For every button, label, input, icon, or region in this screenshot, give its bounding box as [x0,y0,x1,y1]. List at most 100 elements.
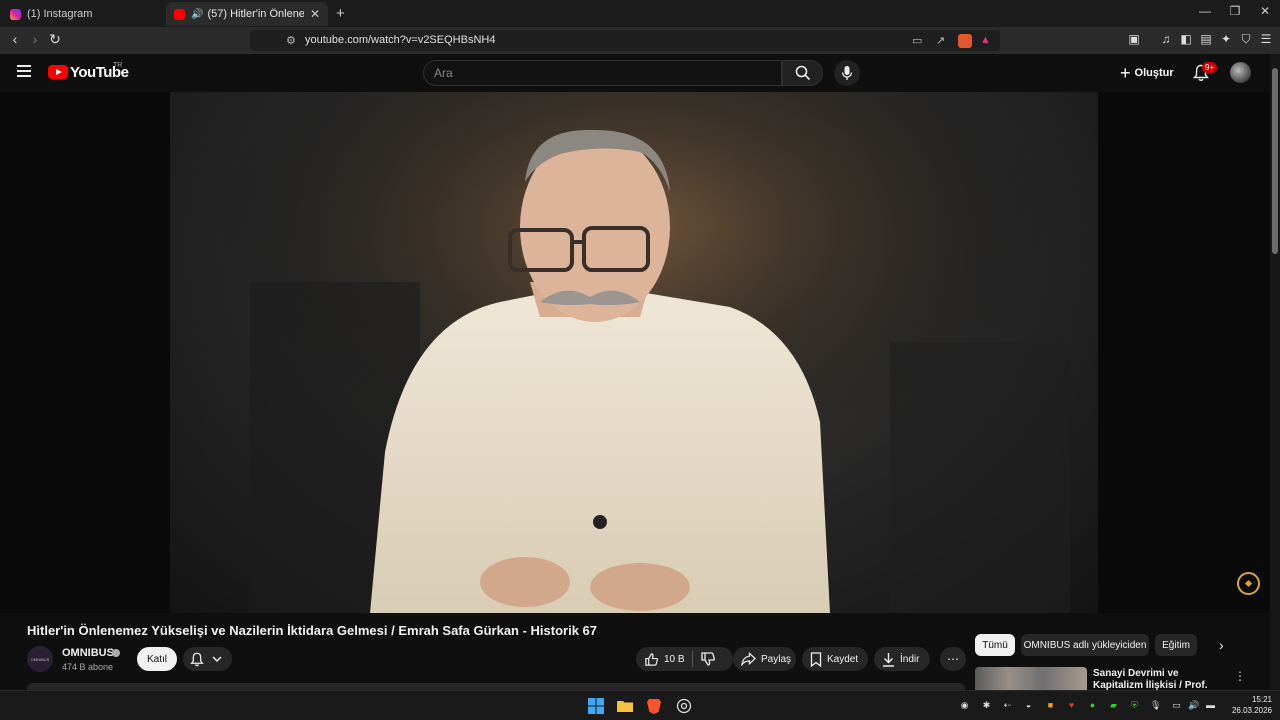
instagram-icon [10,8,21,20]
thumbs-down-icon[interactable] [700,651,716,667]
video-title: Hitler'in Önlenemez Yükselişi ve Naziler… [27,623,598,638]
maximize-button[interactable]: ❐ [1220,4,1250,18]
account-avatar[interactable] [1230,62,1251,83]
tray-app-icon[interactable]: ● [1087,700,1098,711]
microphone-icon [841,66,853,80]
share-label: Paylaş [761,653,792,665]
share-page-icon[interactable]: ↗ [936,34,945,47]
volume-icon[interactable]: 🔊 [1188,700,1199,711]
plus-icon: + [1120,62,1131,83]
tab-title: (1) Instagram [27,8,93,20]
recommendation-title[interactable]: Sanayi Devrimi ve Kapitalizm İlişkisi / … [1093,668,1218,690]
chip-all[interactable]: Tümü [975,634,1015,656]
more-vert-icon[interactable]: ⋮ [1234,669,1246,683]
chatgpt-icon[interactable] [675,697,693,715]
site-info-icon[interactable]: ⚙ [286,34,296,47]
wallet-icon[interactable]: ▤ [1198,32,1214,48]
youtube-header: YouTube TR + Oluştur 9+ [0,54,1270,92]
download-icon [883,652,894,667]
brave-browser-icon[interactable] [645,697,663,715]
search-box[interactable] [423,60,782,86]
windows-taskbar: ◉ ✱ ⇠ ◒ ■ ♥ ● ▰ ⛨ 🎙 ▭ 🔊 ▬ 15:21 26.03.20… [0,690,1280,720]
media-icon[interactable]: ♫ [1158,32,1174,48]
like-count: 10 B [664,653,685,665]
thumbs-up-icon [645,652,658,666]
windows-start-icon[interactable] [587,697,605,715]
like-divider [692,651,693,667]
more-actions-button[interactable]: ⋯ [940,647,966,671]
subscription-notifications-button[interactable] [183,647,232,671]
clock-time: 15:21 [1251,695,1272,704]
channel-watermark-icon[interactable] [1237,572,1260,595]
leo-ai-icon[interactable]: ✦ [1218,32,1234,48]
video-player[interactable] [0,92,1270,613]
minimize-button[interactable]: — [1190,4,1220,18]
address-bar[interactable]: ⚙ youtube.com/watch?v=v2SEQHBsNH4 ▭ ↗ ▲ [250,30,1000,51]
url-text[interactable]: youtube.com/watch?v=v2SEQHBsNH4 [305,34,495,46]
share-button[interactable]: Paylaş [733,647,796,671]
tray-app-icon[interactable]: ◉ [959,700,970,711]
network-icon[interactable]: ▭ [1171,700,1182,711]
back-icon[interactable]: ‹ [5,31,25,47]
tray-app-icon[interactable]: ◒ [1023,700,1034,711]
reload-icon[interactable]: ↻ [45,31,65,48]
search-input[interactable] [434,66,764,80]
country-code: TR [113,62,123,69]
microphone-tray-icon[interactable]: 🎙 [1150,700,1161,711]
page-scrollbar-thumb[interactable] [1272,68,1278,254]
recommendation-thumbnail[interactable] [975,667,1087,690]
search-icon [795,65,811,81]
download-button[interactable]: İndir [874,647,930,671]
notification-badge: 9+ [1202,62,1218,73]
close-window-button[interactable]: ✕ [1250,4,1280,18]
description-box[interactable] [27,683,965,690]
tray-app-icon[interactable]: ♥ [1066,700,1077,711]
brave-shields-icon[interactable] [958,34,972,48]
share-icon [741,652,756,666]
chip-education[interactable]: Eğitim [1155,634,1197,656]
tray-app-icon[interactable]: ■ [1045,700,1056,711]
reader-icon[interactable]: ◧ [1178,32,1194,48]
channel-avatar[interactable]: OMNIBUS [27,646,53,672]
tab-title: (57) Hitler'in Önlenemez Yüks [207,8,304,20]
cast-icon[interactable]: ▭ [912,34,922,47]
youtube-logo-icon[interactable] [48,65,68,79]
create-button[interactable]: + Oluştur [1116,60,1176,86]
tab-youtube[interactable]: 🔊 (57) Hitler'in Önlenemez Yüks ✕ [166,2,328,26]
new-tab-button[interactable]: + [336,5,345,22]
join-button[interactable]: Katıl [137,647,177,671]
tray-app-icon[interactable]: ⛨ [1129,700,1140,711]
file-explorer-icon[interactable] [616,697,634,715]
download-label: İndir [900,653,920,665]
subscriber-count: 474 B abone [62,662,114,672]
voice-search-button[interactable] [834,60,860,86]
chevron-right-icon[interactable]: › [1219,637,1224,653]
tray-app-icon[interactable]: ▰ [1108,700,1119,711]
brave-rewards-icon[interactable]: ▲ [980,34,991,46]
save-button[interactable]: Kaydet [802,647,868,671]
bookmark-save-icon [810,651,822,667]
chip-from-uploader[interactable]: OMNIBUS adlı yükleyiciden [1021,634,1149,656]
verified-badge-icon [112,649,120,657]
sidebar-toggle-icon[interactable]: ▣ [1126,32,1142,48]
speaker-icon[interactable]: 🔊 [191,9,203,20]
system-clock[interactable]: 15:21 26.03.2026 [1222,694,1272,716]
youtube-icon [174,8,185,20]
close-tab-icon[interactable]: ✕ [310,7,320,21]
video-frame-image [170,92,1098,613]
menu-icon[interactable]: ☰ [1258,32,1274,48]
forward-icon[interactable]: › [25,31,45,47]
tray-app-icon[interactable]: ✱ [981,700,992,711]
browser-tab-strip: (1) Instagram 🔊 (57) Hitler'in Önlenemez… [0,0,1280,27]
tray-app-icon[interactable]: ⇠ [1002,700,1013,711]
battery-icon[interactable]: ▬ [1205,700,1216,711]
video-frame [170,92,1098,613]
like-button[interactable]: 10 B [636,647,733,671]
search-button[interactable] [782,60,823,86]
browser-toolbar: ‹ › ↻ 🔖 ⚙ youtube.com/watch?v=v2SEQHBsNH… [0,27,1280,54]
channel-name[interactable]: OMNIBUS [62,647,114,659]
hamburger-menu-icon[interactable] [17,65,31,77]
tab-instagram[interactable]: (1) Instagram [2,2,162,26]
save-label: Kaydet [827,653,859,665]
vpn-icon[interactable]: ⛉ [1238,32,1254,48]
